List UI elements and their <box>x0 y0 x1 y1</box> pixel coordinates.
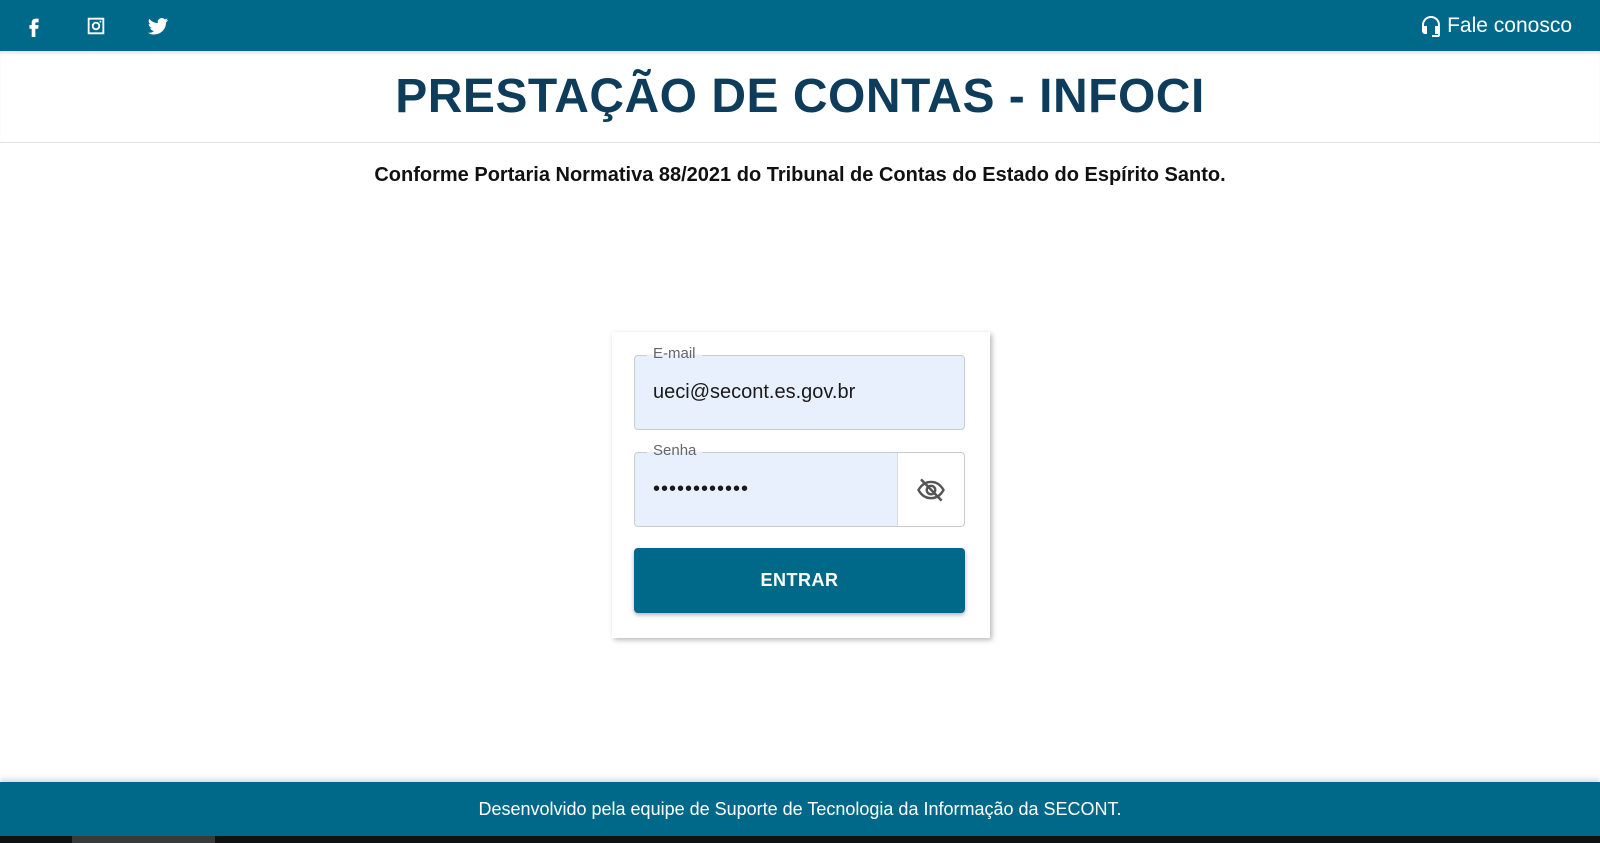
social-links <box>22 14 208 38</box>
page-subtitle: Conforme Portaria Normativa 88/2021 do T… <box>374 164 1226 186</box>
login-button[interactable]: ENTRAR <box>634 548 965 613</box>
password-input[interactable] <box>635 453 898 526</box>
contact-label: Fale conosco <box>1447 13 1572 37</box>
twitter-link[interactable] <box>146 14 170 38</box>
password-field-container: Senha <box>634 442 965 527</box>
instagram-link[interactable] <box>84 14 108 38</box>
facebook-icon <box>29 18 39 37</box>
contact-link[interactable]: Fale conosco <box>1419 0 1572 51</box>
page-title: PRESTAÇÃO DE CONTAS - INFOCI <box>395 70 1205 123</box>
taskbar-segment <box>72 836 215 843</box>
headset-icon <box>1422 15 1441 37</box>
taskbar-strip <box>0 836 1600 843</box>
page-header: PRESTAÇÃO DE CONTAS - INFOCI <box>0 51 1600 143</box>
twitter-icon <box>147 17 169 35</box>
facebook-link[interactable] <box>22 14 46 38</box>
login-card: E-mail Senha ENTRAR <box>612 332 990 638</box>
toggle-password-visibility-button[interactable] <box>897 453 964 526</box>
instagram-icon <box>87 17 105 34</box>
footer-text: Desenvolvido pela equipe de Suporte de T… <box>478 798 1122 819</box>
page-footer: Desenvolvido pela equipe de Suporte de T… <box>0 782 1600 836</box>
eye-off-icon <box>917 478 945 501</box>
email-input[interactable] <box>635 356 964 429</box>
email-field-container: E-mail <box>634 345 965 430</box>
top-bar: Fale conosco <box>0 0 1600 51</box>
